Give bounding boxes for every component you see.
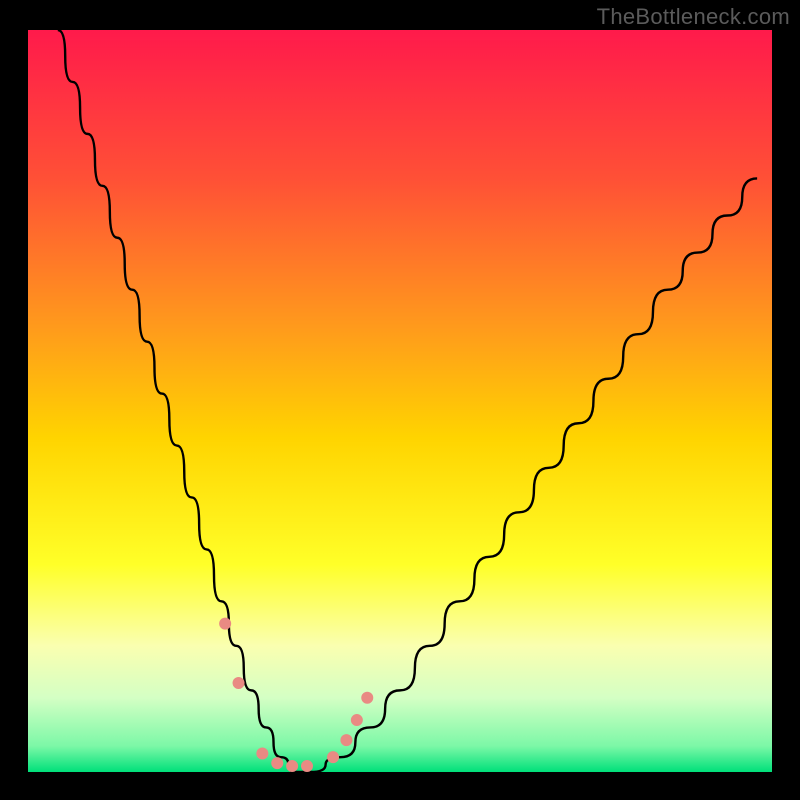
curve-marker <box>233 677 245 689</box>
chart-frame: TheBottleneck.com <box>0 0 800 800</box>
curve-marker <box>219 618 231 630</box>
bottleneck-chart <box>0 0 800 800</box>
watermark-text: TheBottleneck.com <box>597 4 790 30</box>
curve-marker <box>256 747 268 759</box>
curve-marker <box>271 757 283 769</box>
curve-marker <box>286 760 298 772</box>
curve-marker <box>301 760 313 772</box>
curve-marker <box>327 751 339 763</box>
plot-background <box>28 30 772 772</box>
curve-marker <box>340 734 352 746</box>
curve-marker <box>361 692 373 704</box>
curve-marker <box>351 714 363 726</box>
